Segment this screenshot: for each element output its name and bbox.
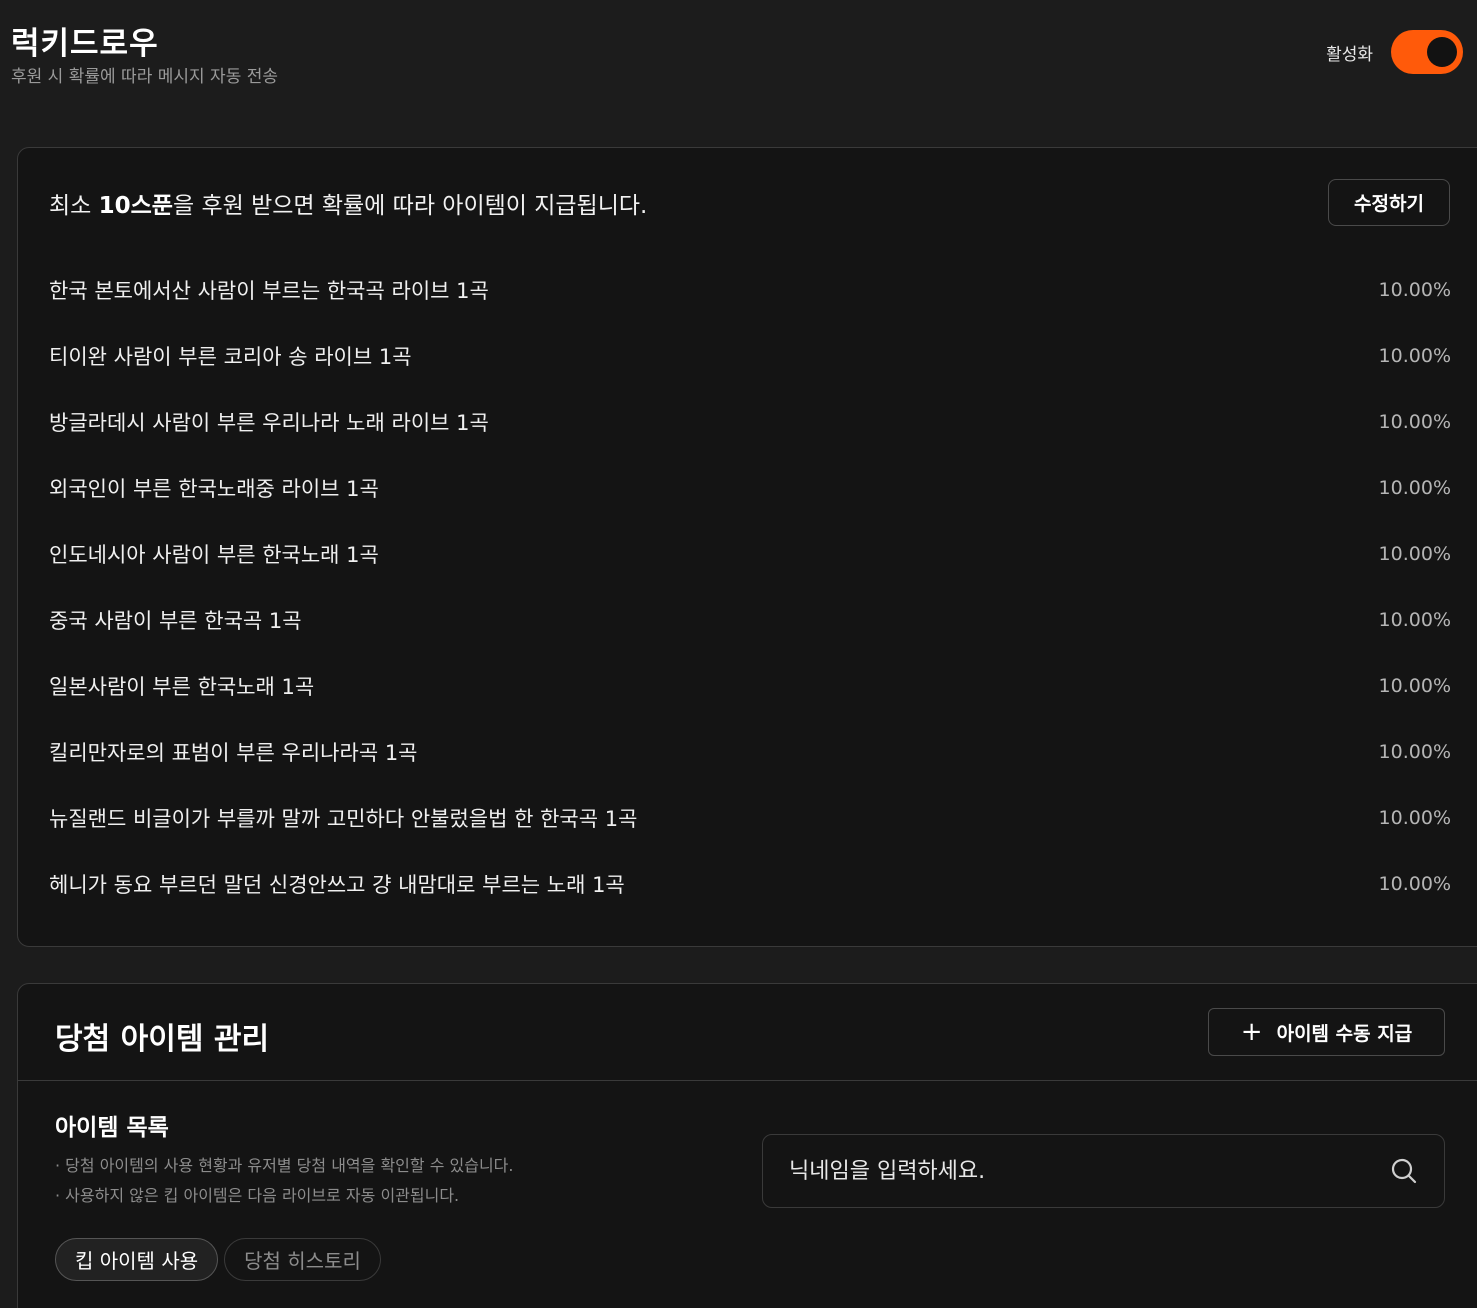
- item-name: 방글라데시 사람이 부른 우리나라 노래 라이브 1곡: [49, 411, 489, 435]
- toggle-knob: [1427, 37, 1457, 67]
- list-item: 방글라데시 사람이 부른 우리나라 노래 라이브 1곡 10.00%: [49, 389, 1451, 455]
- list-item: 헤니가 동요 부르던 말던 신경안쓰고 걍 내맘대로 부르는 노래 1곡 10.0…: [49, 851, 1451, 917]
- list-item: 킬리만자로의 표범이 부른 우리나라곡 1곡 10.00%: [49, 719, 1451, 785]
- item-probability: 10.00%: [1378, 543, 1451, 565]
- plus-icon: +: [1240, 1017, 1263, 1047]
- item-name: 티이완 사람이 부른 코리아 송 라이브 1곡: [49, 345, 412, 369]
- tab-keep-item-use[interactable]: 킵 아이템 사용: [55, 1238, 219, 1281]
- headline-suffix: 을 후원 받으면 확률에 따라 아이템이 지급됩니다.: [172, 193, 648, 219]
- note-line: · 사용하지 않은 킵 아이템은 다음 라이브로 자동 이관됩니다.: [55, 1186, 460, 1205]
- nickname-search: [762, 1134, 1445, 1208]
- list-item: 한국 본토에서산 사람이 부르는 한국곡 라이브 1곡 10.00%: [49, 257, 1451, 323]
- management-title: 당첨 아이템 관리: [55, 1022, 270, 1057]
- headline-amount: 10스푼: [98, 193, 173, 219]
- item-name: 중국 사람이 부른 한국곡 1곡: [49, 609, 302, 633]
- page-subtitle: 후원 시 확률에 따라 메시지 자동 전송: [11, 67, 279, 87]
- item-probability: 10.00%: [1378, 609, 1451, 631]
- item-management-card: 당첨 아이템 관리 + 아이템 수동 지급 아이템 목록 · 당첨 아이템의 사…: [17, 983, 1477, 1308]
- note-line: · 당첨 아이템의 사용 현황과 유저별 당첨 내역을 확인할 수 있습니다.: [55, 1156, 514, 1175]
- list-item: 뉴질랜드 비글이가 부를까 말까 고민하다 안불렀을법 한 한국곡 1곡 10.0…: [49, 785, 1451, 851]
- item-name: 한국 본토에서산 사람이 부르는 한국곡 라이브 1곡: [49, 279, 489, 303]
- item-probability: 10.00%: [1378, 741, 1451, 763]
- item-tabs: 킵 아이템 사용 당첨 히스토리: [55, 1238, 381, 1281]
- item-probability: 10.00%: [1378, 279, 1451, 301]
- item-name: 외국인이 부른 한국노래중 라이브 1곡: [49, 477, 379, 501]
- draw-rules-card: 최소 10스푼을 후원 받으면 확률에 따라 아이템이 지급됩니다. 수정하기 …: [17, 147, 1477, 947]
- item-list-notes: · 당첨 아이템의 사용 현황과 유저별 당첨 내역을 확인할 수 있습니다. …: [55, 1151, 513, 1211]
- item-probability: 10.00%: [1378, 345, 1451, 367]
- item-probability: 10.00%: [1378, 807, 1451, 829]
- item-name: 일본사람이 부른 한국노래 1곡: [49, 675, 315, 699]
- list-item: 외국인이 부른 한국노래중 라이브 1곡 10.00%: [49, 455, 1451, 521]
- item-list-title: 아이템 목록: [55, 1115, 169, 1141]
- rules-headline: 최소 10스푼을 후원 받으면 확률에 따라 아이템이 지급됩니다.: [49, 186, 647, 220]
- item-probability: 10.00%: [1378, 675, 1451, 697]
- item-probability: 10.00%: [1378, 477, 1451, 499]
- draw-items-list: 한국 본토에서산 사람이 부르는 한국곡 라이브 1곡 10.00% 티이완 사람…: [49, 257, 1451, 917]
- item-name: 뉴질랜드 비글이가 부를까 말까 고민하다 안불렀을법 한 한국곡 1곡: [49, 807, 638, 831]
- activation-toggle[interactable]: [1391, 30, 1463, 74]
- search-icon[interactable]: [1390, 1157, 1418, 1185]
- tab-win-history[interactable]: 당첨 히스토리: [224, 1238, 381, 1281]
- headline-prefix: 최소: [49, 193, 99, 219]
- search-input[interactable]: [789, 1158, 1349, 1184]
- lucky-draw-page: 럭키드로우 후원 시 확률에 따라 메시지 자동 전송 활성화 최소 10스푼을…: [0, 0, 1477, 1308]
- item-probability: 10.00%: [1378, 873, 1451, 895]
- item-probability: 10.00%: [1378, 411, 1451, 433]
- page-title: 럭키드로우: [11, 26, 159, 62]
- list-item: 인도네시아 사람이 부른 한국노래 1곡 10.00%: [49, 521, 1451, 587]
- edit-button[interactable]: 수정하기: [1328, 179, 1450, 226]
- item-name: 인도네시아 사람이 부른 한국노래 1곡: [49, 543, 379, 567]
- list-item: 중국 사람이 부른 한국곡 1곡 10.00%: [49, 587, 1451, 653]
- item-name: 킬리만자로의 표범이 부른 우리나라곡 1곡: [49, 741, 418, 765]
- item-name: 헤니가 동요 부르던 말던 신경안쓰고 걍 내맘대로 부르는 노래 1곡: [49, 873, 625, 897]
- list-item: 일본사람이 부른 한국노래 1곡 10.00%: [49, 653, 1451, 719]
- divider: [18, 1080, 1477, 1081]
- activation-control: 활성화: [1326, 30, 1463, 74]
- toggle-label: 활성화: [1326, 44, 1373, 65]
- list-item: 티이완 사람이 부른 코리아 송 라이브 1곡 10.00%: [49, 323, 1451, 389]
- manual-grant-button[interactable]: + 아이템 수동 지급: [1208, 1008, 1445, 1056]
- manual-grant-label: 아이템 수동 지급: [1276, 1022, 1413, 1045]
